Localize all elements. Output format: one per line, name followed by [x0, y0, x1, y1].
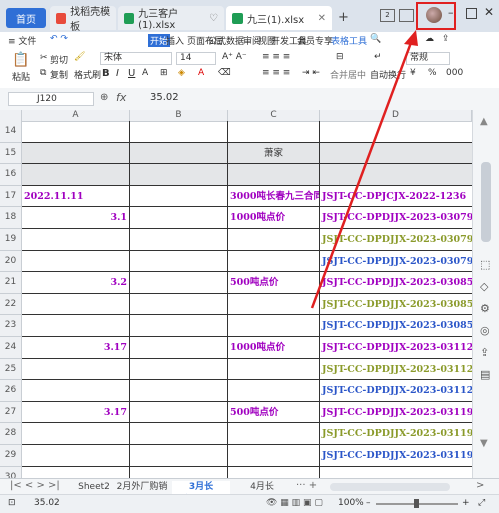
- annotation-arrow: [310, 30, 418, 309]
